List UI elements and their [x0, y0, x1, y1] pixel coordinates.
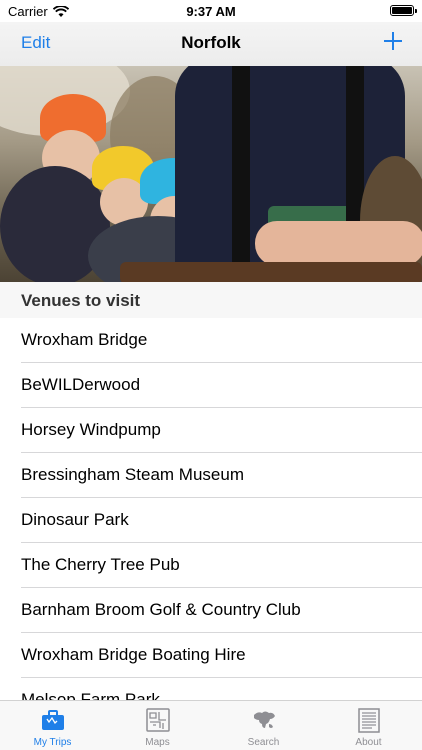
- list-item[interactable]: Dinosaur Park: [0, 498, 422, 543]
- list-item[interactable]: Horsey Windpump: [0, 408, 422, 453]
- venue-name: Bressingham Steam Museum: [21, 465, 244, 484]
- globe-icon: [254, 711, 275, 728]
- map-icon: [146, 708, 170, 732]
- document-icon: [358, 708, 380, 733]
- venue-list: Wroxham Bridge BeWILDerwood Horsey Windp…: [0, 318, 422, 700]
- tab-label: My Trips: [33, 737, 72, 748]
- list-item[interactable]: Wroxham Bridge: [0, 318, 422, 363]
- tab-bar: My Trips Maps Search About: [0, 700, 422, 750]
- list-item[interactable]: Barnham Broom Golf & Country Club: [0, 588, 422, 633]
- venue-name: Wroxham Bridge Boating Hire: [21, 645, 246, 664]
- list-item[interactable]: BeWILDerwood: [0, 363, 422, 408]
- list-item[interactable]: Wroxham Bridge Boating Hire: [0, 633, 422, 678]
- tab-search[interactable]: Search: [211, 701, 316, 750]
- tab-about[interactable]: About: [316, 701, 421, 750]
- list-item[interactable]: The Cherry Tree Pub: [0, 543, 422, 588]
- venue-name: Wroxham Bridge: [21, 330, 148, 349]
- battery-icon: [390, 5, 417, 16]
- tab-label: Search: [247, 737, 280, 748]
- tab-label: About: [355, 737, 382, 748]
- tab-my-trips[interactable]: My Trips: [0, 701, 105, 750]
- venue-name: The Cherry Tree Pub: [21, 555, 180, 574]
- plus-icon[interactable]: [382, 30, 404, 52]
- list-item[interactable]: Bressingham Steam Museum: [0, 453, 422, 498]
- venue-name: BeWILDerwood: [21, 375, 141, 394]
- navigation-bar: Edit Norfolk: [0, 22, 422, 66]
- list-item[interactable]: Melsop Farm Park: [0, 678, 422, 700]
- venue-name: Horsey Windpump: [21, 420, 161, 439]
- tab-label: Maps: [145, 737, 170, 748]
- venue-name: Dinosaur Park: [21, 510, 129, 529]
- status-time: 9:37 AM: [186, 4, 236, 19]
- section-title: Venues to visit: [21, 291, 141, 310]
- section-header: Venues to visit: [0, 282, 422, 318]
- page-title: Norfolk: [181, 33, 241, 52]
- venue-name: Barnham Broom Golf & Country Club: [21, 600, 301, 619]
- status-bar: Carrier 9:37 AM: [0, 0, 422, 22]
- venue-name: Melsop Farm Park: [21, 690, 160, 700]
- hero-photo: [0, 66, 422, 282]
- tab-maps[interactable]: Maps: [105, 701, 210, 750]
- suitcase-icon: [42, 710, 64, 730]
